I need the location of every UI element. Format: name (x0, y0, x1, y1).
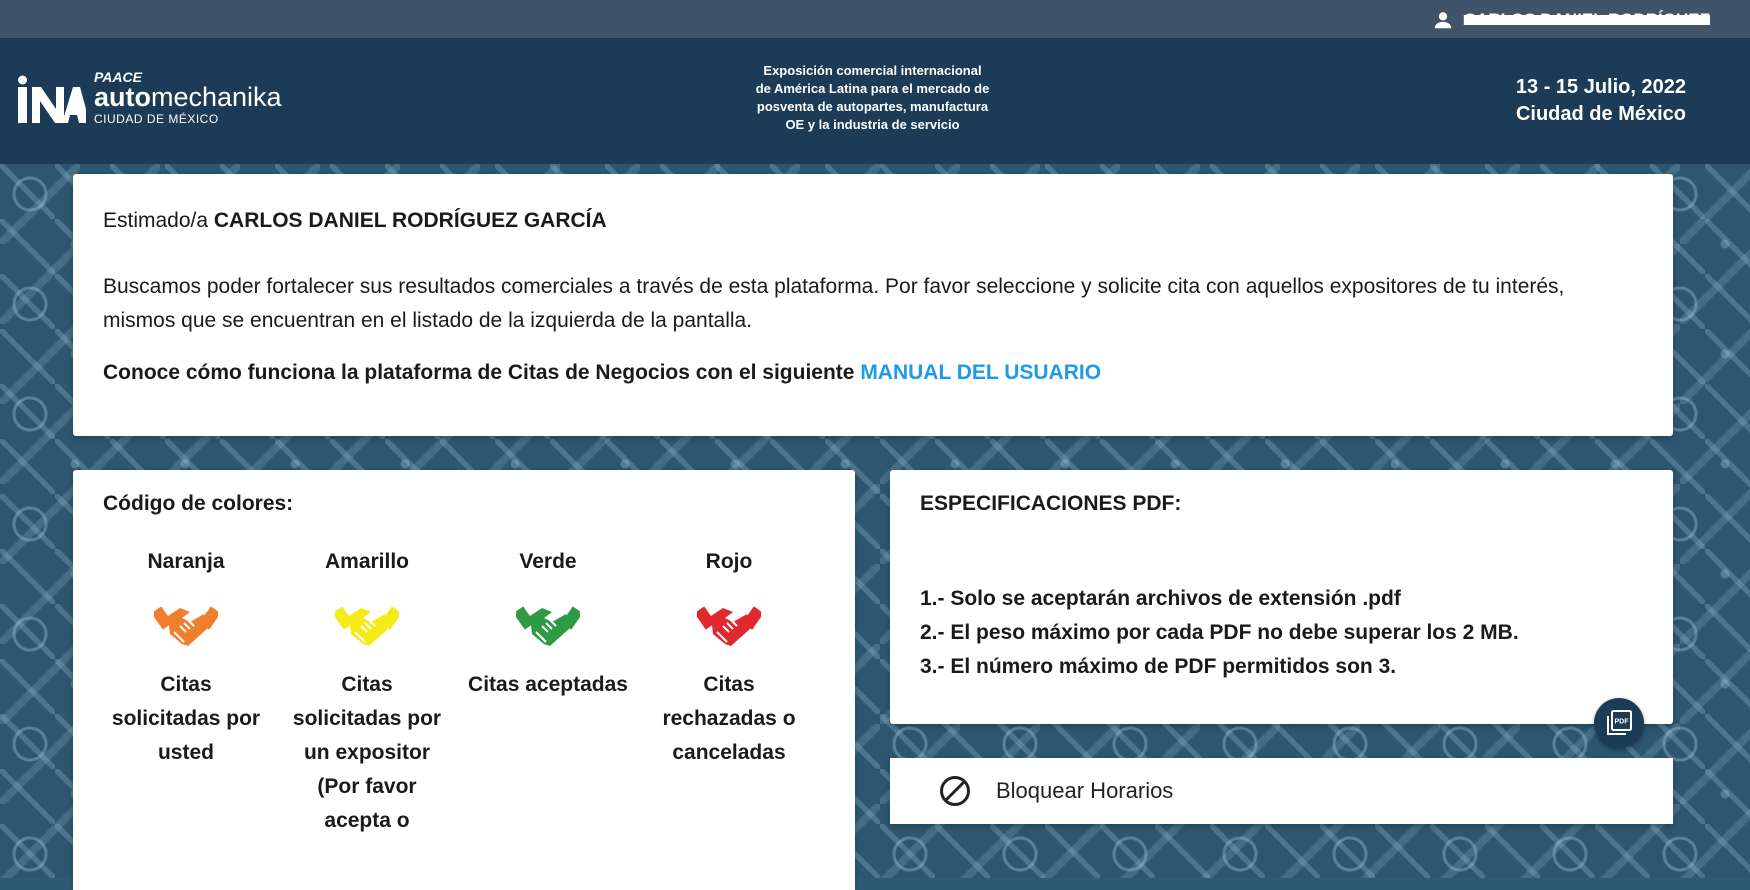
handshake-icon (335, 606, 399, 646)
logo-wordmark: automechanika (94, 82, 282, 112)
handshake-icon (154, 606, 218, 646)
event-info: 13 - 15 Julio, 2022 Ciudad de México (1516, 74, 1686, 128)
legend-orange: Naranja Citas solicitadas por usted (111, 550, 261, 764)
handshake-icon (516, 606, 580, 646)
logo-city: CIUDAD DE MÉXICO (94, 112, 219, 126)
automechanika-logo[interactable]: PAACE automechanika CIUDAD DE MÉXICO (16, 70, 282, 125)
color-code-card: Código de colores: Naranja Citas solicit… (73, 470, 855, 890)
list-item: 2.- El peso máximo por cada PDF no debe … (920, 621, 1519, 644)
legend-red: Rojo Citas rechazadas o canceladas (662, 550, 796, 764)
user-menu[interactable]: CARLOS DANIEL RODRÍGUEZ (1432, 9, 1710, 31)
event-city: Ciudad de México (1515, 103, 1686, 125)
svg-text:PDF: PDF (1615, 719, 1630, 726)
manual-line: Conoce cómo funciona la plataforma de Ci… (103, 361, 1102, 384)
pdf-specs-list: 1.- Solo se aceptarán archivos de extens… (920, 582, 1519, 684)
site-header: PAACE automechanika CIUDAD DE MÉXICO Exp… (0, 38, 1750, 164)
handshake-icon (697, 606, 761, 646)
list-item: 1.- Solo se aceptarán archivos de extens… (920, 587, 1401, 610)
user-full-name: CARLOS DANIEL RODRÍGUEZ GARCÍA (213, 209, 607, 232)
block-schedule-button[interactable]: Bloquear Horarios (890, 758, 1673, 824)
legend-yellow: Amarillo Citas solicitadas por un exposi… (292, 550, 442, 832)
pdf-upload-button[interactable]: PDF (1594, 698, 1644, 748)
person-icon (1434, 12, 1452, 29)
legend-green: Verde Citas aceptadas (468, 550, 628, 696)
pdf-icon: PDF (1607, 710, 1632, 735)
event-dates: 13 - 15 Julio, 2022 (1515, 76, 1686, 98)
welcome-card: Estimado/a CARLOS DANIEL RODRÍGUEZ GARCÍ… (73, 174, 1673, 436)
welcome-description: Buscamos poder fortalecer sus resultados… (103, 275, 1565, 332)
color-code-title: Código de colores: (103, 492, 294, 515)
list-item: 3.- El número máximo de PDF permitidos s… (920, 655, 1397, 678)
header-tagline: Exposición comercial internacional de Am… (755, 63, 990, 132)
ina-logo-icon (18, 75, 86, 123)
top-bar: CARLOS DANIEL RODRÍGUEZ (0, 0, 1750, 38)
block-schedule-label: Bloquear Horarios (996, 778, 1174, 803)
pdf-specs-title: ESPECIFICACIONES PDF: (920, 492, 1182, 515)
block-icon (940, 776, 970, 806)
greeting: Estimado/a CARLOS DANIEL RODRÍGUEZ GARCÍ… (103, 209, 607, 232)
pdf-specs-card: ESPECIFICACIONES PDF: 1.- Solo se acepta… (890, 470, 1673, 724)
user-name: CARLOS DANIEL RODRÍGUEZ (1463, 10, 1710, 29)
user-manual-link[interactable]: MANUAL DEL USUARIO (860, 361, 1101, 384)
